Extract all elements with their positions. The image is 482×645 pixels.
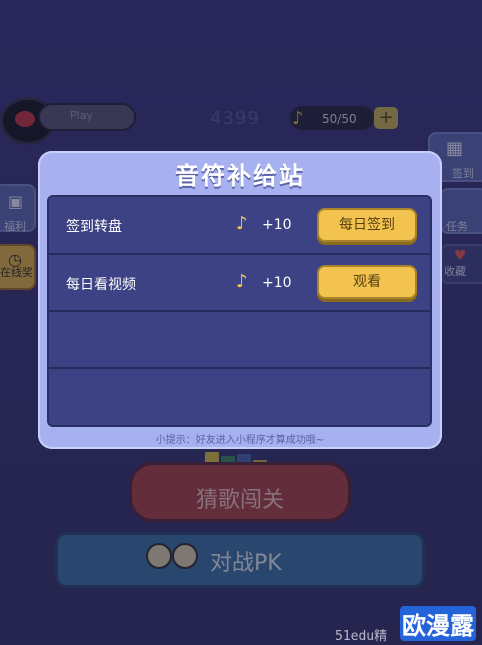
reward-value: +10 xyxy=(262,217,292,233)
modal-title: 音符补给站 xyxy=(175,162,305,190)
watermark-logo: 欧漫露 xyxy=(400,606,476,641)
music-note-icon: ♪ xyxy=(236,213,248,234)
music-note-icon: ♪ xyxy=(236,271,248,292)
row-title-wheel: 签到转盘 xyxy=(66,219,122,235)
reward-value: +10 xyxy=(262,275,292,291)
row-divider xyxy=(49,367,430,369)
row-divider xyxy=(49,310,430,312)
row-divider xyxy=(49,253,430,255)
watch-video-button[interactable]: 观看 xyxy=(317,265,417,299)
row-title-video: 每日看视频 xyxy=(66,277,136,293)
daily-checkin-button[interactable]: 每日签到 xyxy=(317,208,417,242)
watermark-text: 51edu精 xyxy=(335,629,388,644)
tip-text: 小提示：好友进入小程序才算成功哦~ xyxy=(155,435,325,446)
